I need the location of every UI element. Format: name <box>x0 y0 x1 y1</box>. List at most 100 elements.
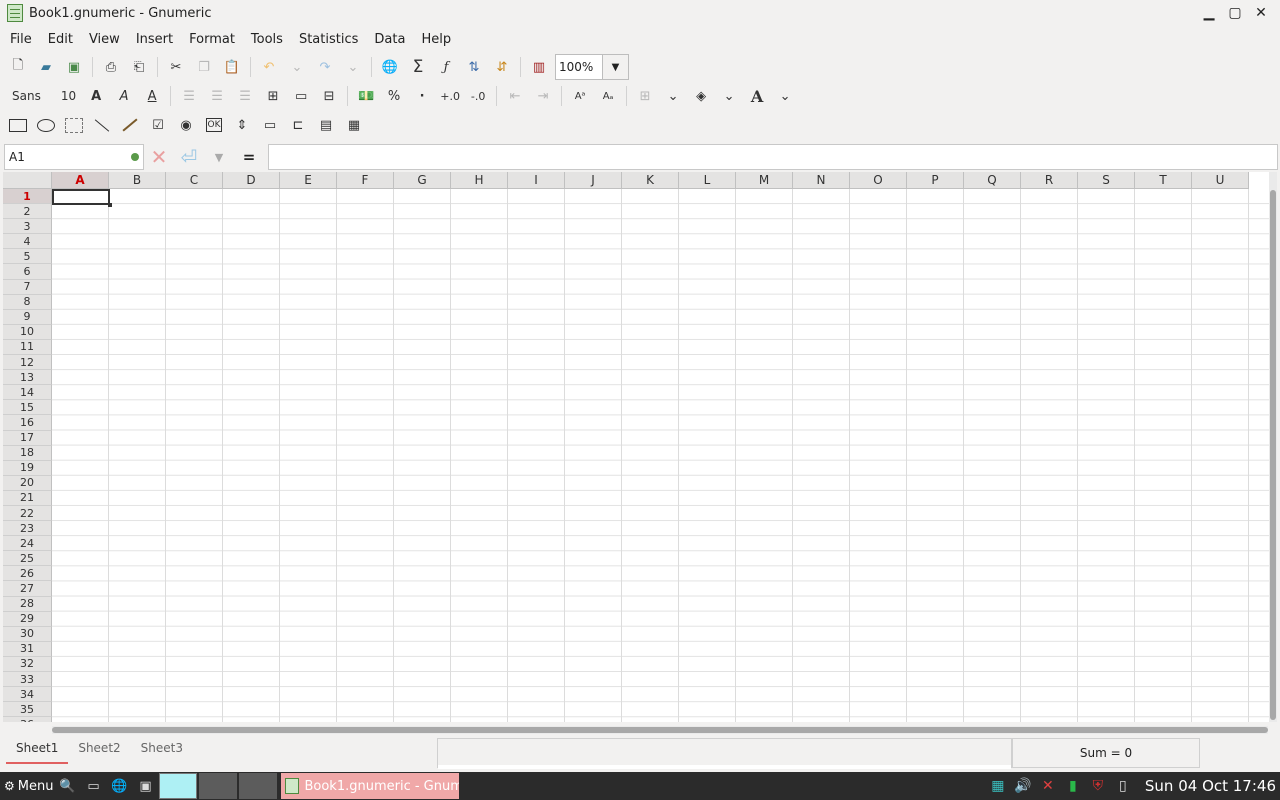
menu-help[interactable]: Help <box>413 32 459 47</box>
web-browser-icon[interactable]: 🌐 <box>107 775 131 797</box>
spreadsheet-grid[interactable]: ABCDEFGHIJKLMNOPQRSTU 1 2 3 4 5 6 7 8 9 10 11 12 13 1… <box>3 172 1269 722</box>
row-header[interactable]: 14 <box>3 385 52 401</box>
column-header[interactable]: P <box>907 172 964 189</box>
column-header[interactable]: B <box>109 172 166 189</box>
row-header[interactable]: 10 <box>3 324 52 340</box>
column-header[interactable]: E <box>280 172 337 189</box>
close-button[interactable]: ✕ <box>1248 2 1274 24</box>
percent-format-icon[interactable]: % <box>380 83 408 109</box>
row-header[interactable]: 33 <box>3 672 52 688</box>
row-header[interactable]: 25 <box>3 551 52 567</box>
radio-button-widget-icon[interactable]: ◉ <box>172 112 200 138</box>
frame-icon[interactable] <box>60 112 88 138</box>
column-header[interactable]: T <box>1135 172 1192 189</box>
column-header[interactable]: S <box>1078 172 1135 189</box>
zoom-combo[interactable]: 100% ▼ <box>555 54 629 80</box>
row-header[interactable]: 30 <box>3 626 52 642</box>
row-header[interactable]: 15 <box>3 400 52 416</box>
row-header[interactable]: 17 <box>3 430 52 446</box>
subscript-icon[interactable]: Aₐ <box>594 83 622 109</box>
select-all-corner[interactable] <box>3 172 52 189</box>
column-header[interactable]: C <box>166 172 223 189</box>
thousands-separator-icon[interactable]: · <box>408 83 436 109</box>
menu-insert[interactable]: Insert <box>128 32 181 47</box>
checkbox-widget-icon[interactable]: ☑ <box>144 112 172 138</box>
column-header[interactable]: H <box>451 172 508 189</box>
list-widget-icon[interactable]: ▤ <box>312 112 340 138</box>
row-header[interactable]: 2 <box>3 204 52 220</box>
security-shield-icon[interactable]: ⛨ <box>1086 775 1110 797</box>
combo-widget-icon[interactable]: ▦ <box>340 112 368 138</box>
font-size-selector[interactable]: 10 <box>55 89 82 103</box>
print-preview-icon[interactable]: ⎗ <box>125 54 153 80</box>
formula-equals-button[interactable]: = <box>234 144 264 170</box>
borders-icon[interactable]: ⊞ <box>631 83 659 109</box>
column-header[interactable]: N <box>793 172 850 189</box>
row-header[interactable]: 20 <box>3 475 52 491</box>
zoom-value[interactable]: 100% <box>556 60 602 74</box>
active-cell-cursor[interactable] <box>52 189 112 207</box>
cancel-edit-icon[interactable]: ✕ <box>144 144 174 170</box>
row-header[interactable]: 3 <box>3 219 52 235</box>
row-header[interactable]: 13 <box>3 370 52 386</box>
workspace-1[interactable] <box>159 773 198 799</box>
chevron-down-icon[interactable]: ▼ <box>602 55 628 79</box>
sheet-tab-1[interactable]: Sheet1 <box>6 736 69 764</box>
menu-data[interactable]: Data <box>366 32 413 47</box>
column-header[interactable]: I <box>508 172 565 189</box>
start-menu-button[interactable]: ⚙ Menu <box>0 779 53 794</box>
terminal-icon[interactable]: ▣ <box>133 775 157 797</box>
row-header[interactable]: 6 <box>3 264 52 280</box>
row-header[interactable]: 26 <box>3 566 52 582</box>
font-name-selector[interactable]: Sans <box>6 89 47 103</box>
column-header[interactable]: U <box>1192 172 1249 189</box>
column-header[interactable]: L <box>679 172 736 189</box>
row-header[interactable]: 22 <box>3 505 52 522</box>
horizontal-scrollbar[interactable] <box>52 726 1268 734</box>
row-header[interactable]: 27 <box>3 581 52 597</box>
row-header[interactable]: 7 <box>3 279 52 295</box>
sort-descending-icon[interactable]: ⇵ <box>488 54 516 80</box>
merge-cells-icon[interactable]: ⊞ <box>259 83 287 109</box>
horizontal-scrollbar-thumb[interactable] <box>52 727 1268 733</box>
clipboard-icon[interactable]: ▯ <box>1111 775 1135 797</box>
clock[interactable]: Sun 04 Oct 17:46 <box>1145 777 1280 795</box>
battery-icon[interactable]: ▮ <box>1061 775 1085 797</box>
menu-tools[interactable]: Tools <box>243 32 291 47</box>
column-header[interactable]: F <box>337 172 394 189</box>
insert-chart-icon[interactable]: ▥ <box>525 54 553 80</box>
undo-icon[interactable]: ↶ <box>255 54 283 80</box>
row-header[interactable]: 24 <box>3 536 52 552</box>
align-left-icon[interactable]: ☰ <box>175 83 203 109</box>
rectangle-shape-icon[interactable] <box>4 112 32 138</box>
arrow-shape-icon[interactable] <box>116 112 144 138</box>
row-header[interactable]: 34 <box>3 687 52 703</box>
workspace-2[interactable] <box>199 773 238 799</box>
network-disconnected-icon[interactable]: ✕ <box>1036 775 1060 797</box>
maximize-button[interactable]: ▢ <box>1222 2 1248 24</box>
hyperlink-globe-icon[interactable]: 🌐 <box>376 54 404 80</box>
paste-icon[interactable]: 📋 <box>218 54 246 80</box>
increase-decimals-icon[interactable]: +.0 <box>436 83 464 109</box>
formula-input[interactable] <box>268 144 1278 170</box>
redo-icon[interactable]: ↷ <box>311 54 339 80</box>
volume-icon[interactable]: 🔊 <box>1011 775 1035 797</box>
vertical-scrollbar-thumb[interactable] <box>1270 190 1276 720</box>
column-header[interactable]: G <box>394 172 451 189</box>
row-header[interactable]: 12 <box>3 355 52 371</box>
function-wizard-icon[interactable]: ƒ <box>432 54 460 80</box>
cell-area[interactable] <box>52 189 1269 722</box>
sort-ascending-icon[interactable]: ⇅ <box>460 54 488 80</box>
decrease-decimals-icon[interactable]: -.0 <box>464 83 492 109</box>
menu-file[interactable]: File <box>2 32 40 47</box>
line-shape-icon[interactable] <box>88 112 116 138</box>
row-header[interactable]: 1 <box>3 189 52 205</box>
spin-button-widget-icon[interactable]: ⊏ <box>284 112 312 138</box>
row-header[interactable]: 19 <box>3 460 52 476</box>
column-header[interactable]: D <box>223 172 280 189</box>
open-folder-icon[interactable]: ▰ <box>32 54 60 80</box>
network-icon[interactable]: ▦ <box>986 775 1010 797</box>
row-header[interactable]: 4 <box>3 234 52 250</box>
fill-color-bucket-icon[interactable]: ◈ <box>687 83 715 109</box>
align-right-icon[interactable]: ☰ <box>231 83 259 109</box>
